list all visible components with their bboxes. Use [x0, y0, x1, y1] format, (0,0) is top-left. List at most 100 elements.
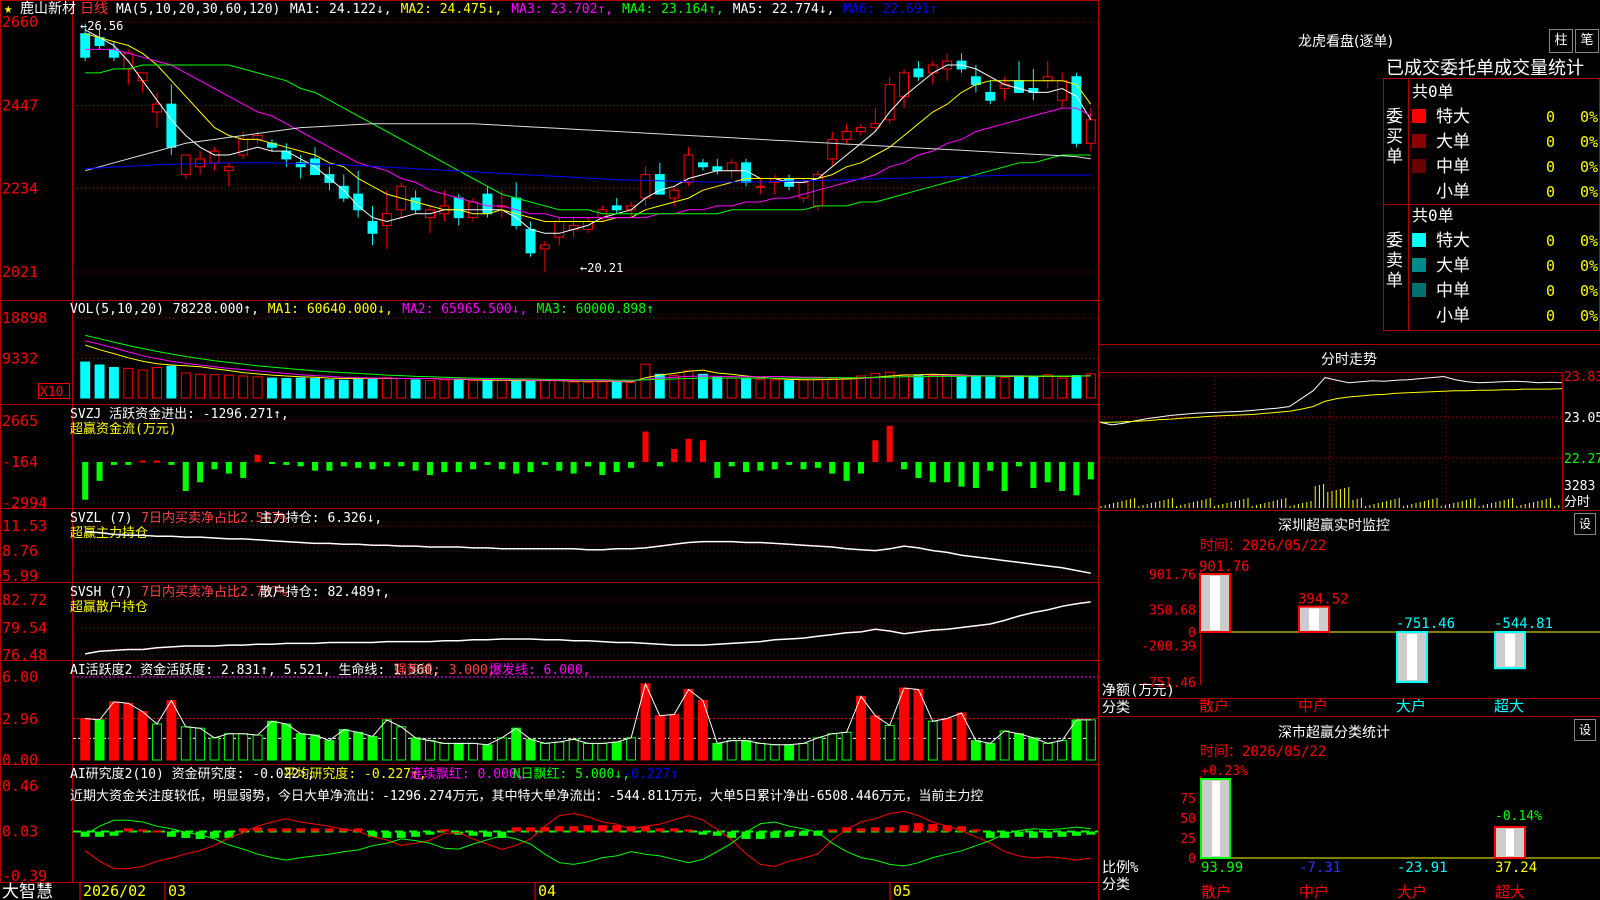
fund-flow-bar	[412, 461, 419, 471]
candle-body	[195, 158, 206, 168]
ai1-tick-0: 6.00	[2, 668, 38, 686]
ai2-header-3: N日飘红: 5.000↓,	[513, 766, 630, 782]
research-bar	[526, 827, 535, 832]
svzj-subtitle: 超赢资金流(万元)	[70, 421, 177, 437]
research-bar	[1000, 831, 1010, 838]
activity-bar	[784, 744, 795, 761]
fund-flow-bar	[886, 425, 893, 462]
svzj-header-0: SVZJ 活跃资金进出: -1296.271↑,	[70, 406, 289, 422]
research-bar	[856, 828, 866, 832]
ma-header-0: MA(5,10,20,30,60,120)	[116, 2, 280, 17]
fund-flow-bar	[714, 461, 721, 478]
volume-bar	[410, 379, 421, 399]
ai1-header-1: 强势线: 3.000,	[394, 662, 496, 678]
period-label: 日线	[80, 1, 108, 17]
buy-total: 共0单	[1412, 82, 1454, 101]
tick-mode-button[interactable]: 笔	[1575, 29, 1599, 53]
fund-flow-bar	[527, 461, 534, 473]
activity-bar	[223, 733, 234, 761]
activity-bar	[1057, 740, 1068, 761]
svsh-header-0: SVSH (7)	[70, 585, 133, 600]
fund-flow-bar	[197, 461, 204, 483]
candle-body	[166, 103, 177, 148]
vol-unit: X10	[40, 385, 63, 400]
volume-bar	[856, 375, 866, 399]
ss-bottom-val-1: -7.31	[1299, 860, 1341, 876]
activity-bar	[468, 742, 479, 761]
activity-bar	[597, 742, 608, 761]
sz-bar-label-0: 901.76	[1199, 559, 1250, 575]
sell-swatch-0	[1412, 233, 1426, 247]
research-bar	[985, 831, 995, 838]
trading-chart-stage[interactable]: ★ 鹿山新材 日线 MA(5,10,20,30,60,120) MA1: 24.122↓…	[0, 0, 1600, 900]
volume-bar	[1071, 375, 1082, 399]
activity-bar	[539, 742, 550, 761]
volume-bar	[712, 376, 723, 399]
svsh-tick-0: 82.72	[2, 591, 47, 609]
sz-settings-button[interactable]: 设	[1574, 513, 1596, 535]
candle-body	[712, 166, 723, 172]
candle-body	[453, 197, 464, 219]
fund-flow-bar	[656, 461, 663, 467]
volume-bar	[381, 377, 392, 399]
candle-body	[152, 103, 162, 113]
activity-bar	[439, 742, 450, 761]
ss-bottom-val-3: 37.24	[1495, 860, 1537, 876]
activity-bar	[626, 737, 637, 761]
activity-bar	[683, 688, 694, 761]
research-bar	[612, 825, 622, 832]
ma-header-6: MA6: 22.691↑	[843, 2, 937, 17]
research-bar	[971, 829, 981, 832]
buy-pct-0: 0%	[1580, 108, 1598, 126]
research-bar	[784, 831, 794, 837]
research-bar	[569, 826, 579, 832]
fund-flow-bar	[771, 461, 778, 470]
fund-flow-bar	[1087, 461, 1094, 480]
ai2-header-0: AI研究度2(10) 资金研究度: -0.022↑,	[70, 766, 315, 782]
activity-bar	[496, 737, 507, 761]
ma-header-4: MA4: 23.164↑,	[622, 2, 724, 17]
column-mode-button[interactable]: 柱	[1549, 29, 1573, 53]
activity-bar	[410, 737, 421, 761]
volume-bar	[1085, 373, 1096, 399]
svzl-subtitle: 超赢主力持仓	[70, 525, 148, 541]
svsh-header-2: 散户持仓: 82.489↑,	[260, 584, 390, 600]
fund-flow-bar	[182, 461, 189, 491]
ss-ylabel: 比例%	[1102, 860, 1139, 876]
candle-body	[654, 174, 665, 195]
fund-flow-bar	[484, 461, 491, 465]
ss-settings-button[interactable]: 设	[1574, 719, 1596, 741]
activity-bar	[769, 744, 780, 761]
activity-line	[85, 682, 1091, 746]
fund-flow-bar	[441, 461, 448, 473]
volume-bar	[985, 376, 996, 399]
fund-flow-bar	[268, 461, 275, 464]
volume-bar	[123, 367, 134, 399]
volume-bar	[80, 361, 91, 399]
sz-tick-3: -200.39	[1141, 639, 1196, 654]
ss-bar-3-highlight	[1506, 829, 1514, 856]
research-bar	[267, 828, 277, 832]
fund-flow-bar	[340, 461, 347, 467]
research-bar	[597, 825, 607, 832]
svzl-tick-0: 11.53	[2, 517, 47, 535]
activity-bar	[942, 718, 953, 761]
ss-cat-2: 大户	[1397, 883, 1427, 900]
ai1-header-2: 爆发线: 6.000,	[489, 662, 591, 678]
svzl-header-0: SVZL (7)	[70, 511, 133, 526]
sell-label-char-1: 卖	[1386, 251, 1403, 271]
volume-bar	[1057, 377, 1068, 399]
ss-top-label-3: -0.14%	[1495, 809, 1542, 824]
activity-bar	[1014, 733, 1024, 761]
fenshi-tick-0: 23.83	[1564, 370, 1600, 385]
activity-bar	[123, 702, 134, 761]
sz-cat-3: 超大	[1494, 697, 1524, 715]
volume-bar	[281, 378, 292, 399]
activity-bar	[180, 726, 191, 761]
fund-flow-bar	[556, 461, 563, 471]
sz-cat-2: 大户	[1396, 697, 1426, 715]
fund-flow-bar	[312, 461, 319, 471]
volume-bar	[683, 370, 694, 399]
activity-bar	[166, 700, 177, 761]
ma-header-1: MA1: 24.122↓,	[290, 2, 392, 17]
